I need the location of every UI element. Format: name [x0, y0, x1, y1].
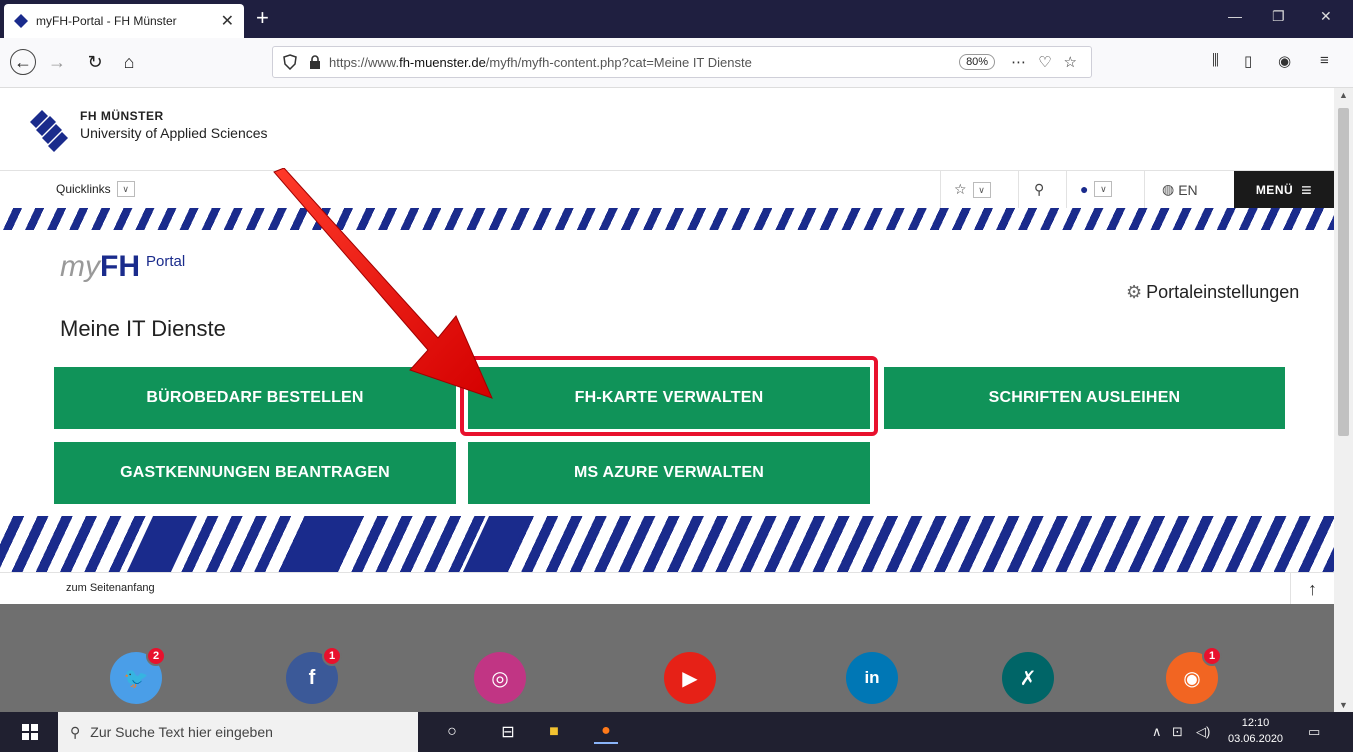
tile-schriften-ausleihen[interactable]: SCHRIFTEN AUSLEIHEN: [884, 367, 1285, 429]
window-close-icon[interactable]: ✕: [1320, 8, 1332, 25]
zoom-level[interactable]: 80%: [959, 54, 996, 70]
user-dropdown[interactable]: ● ∨: [1080, 181, 1113, 197]
search-icon: ⚲: [70, 723, 81, 740]
divider: [1066, 171, 1067, 209]
cortana-icon[interactable]: ○: [440, 720, 464, 744]
site-subnav: Quicklinks ∨ ☆ ∨ ⚲ ● ∨ ◍ EN MENÜ ≡: [0, 170, 1334, 209]
network-icon[interactable]: ⊡: [1172, 724, 1183, 740]
scroll-up-icon[interactable]: ▲: [1339, 90, 1348, 100]
new-tab-button[interactable]: +: [256, 6, 269, 30]
back-icon[interactable]: ←: [10, 49, 36, 75]
rss-icon[interactable]: ◉ 1: [1166, 646, 1222, 704]
myfh-portal-logo: my FH Portal: [60, 250, 186, 283]
footer-top-bar: zum Seitenanfang ↑: [0, 572, 1334, 605]
user-icon: ●: [1080, 181, 1089, 197]
page-title: Meine IT Dienste: [60, 316, 226, 341]
url-text[interactable]: https://www.fh-muenster.de/myfh/myfh-con…: [329, 55, 959, 70]
arrow-up-icon[interactable]: ↑: [1290, 573, 1334, 605]
scrollbar-thumb[interactable]: [1338, 108, 1349, 436]
minimize-icon[interactable]: —: [1228, 8, 1242, 24]
decorative-stripe: [0, 208, 1334, 230]
hamburger-icon: ≡: [1301, 179, 1313, 200]
language-switch[interactable]: ◍ EN: [1162, 181, 1198, 198]
instagram-icon[interactable]: ◎: [474, 652, 526, 704]
notification-badge: 2: [146, 646, 166, 666]
windows-taskbar: ⚲ Zur Suche Text hier eingeben ○ ⊟ ■ ● ∧…: [0, 712, 1353, 752]
page-actions-icon[interactable]: ⋯: [1011, 53, 1026, 71]
tile-gastkennungen-beantragen[interactable]: GASTKENNUNGEN BEANTRAGEN: [54, 442, 456, 504]
lock-icon[interactable]: [309, 55, 321, 69]
youtube-icon[interactable]: ▶: [664, 652, 716, 704]
pocket-icon[interactable]: ♡: [1038, 53, 1051, 71]
firefox-icon[interactable]: ●: [594, 720, 618, 744]
library-icon[interactable]: ⫼: [1212, 52, 1219, 69]
restore-icon[interactable]: ❐: [1272, 8, 1285, 25]
task-view-icon[interactable]: ⊟: [496, 720, 520, 744]
notification-badge: 1: [322, 646, 342, 666]
account-icon[interactable]: ◉: [1278, 52, 1291, 70]
browser-tab-bar: myFH-Portal - FH Münster ✕ + — ❐ ✕: [0, 0, 1353, 38]
divider: [940, 171, 941, 209]
bookmark-star-icon[interactable]: ☆: [1064, 53, 1077, 71]
highlight-box: [460, 356, 878, 436]
tile-ms-azure-verwalten[interactable]: MS AZURE VERWALTEN: [468, 442, 870, 504]
url-bar[interactable]: https://www.fh-muenster.de/myfh/myfh-con…: [272, 46, 1092, 78]
favorites-dropdown[interactable]: ☆ ∨: [954, 181, 991, 198]
tab-title: myFH-Portal - FH Münster: [36, 14, 177, 28]
notification-badge: 1: [1202, 646, 1222, 666]
sidebar-icon[interactable]: ▯: [1244, 52, 1252, 70]
fh-logo-icon[interactable]: [26, 108, 70, 152]
chevron-down-icon: ∨: [1094, 181, 1113, 197]
twitter-icon[interactable]: 🐦 2: [110, 646, 166, 704]
divider: [1018, 171, 1019, 209]
browser-tab[interactable]: myFH-Portal - FH Münster ✕: [4, 4, 244, 38]
scroll-down-icon[interactable]: ▼: [1339, 700, 1348, 710]
divider: [1144, 171, 1145, 209]
browser-nav-bar: ← → ↻ ⌂ https://www.fh-muenster.de/myfh/…: [0, 38, 1353, 88]
decorative-stripe: [0, 516, 1334, 572]
chevron-down-icon: ∨: [116, 181, 135, 197]
university-name[interactable]: FH MÜNSTER University of Applied Science…: [80, 108, 268, 142]
web-page: FH MÜNSTER University of Applied Science…: [0, 88, 1334, 712]
home-icon[interactable]: ⌂: [116, 49, 142, 75]
volume-icon[interactable]: ◁): [1196, 724, 1210, 740]
linkedin-icon[interactable]: in: [846, 652, 898, 704]
menu-button[interactable]: MENÜ ≡: [1234, 171, 1334, 209]
tab-close-icon[interactable]: ✕: [221, 11, 234, 31]
star-icon: ☆: [954, 181, 967, 197]
page-scrollbar[interactable]: ▲ ▼: [1334, 88, 1353, 712]
windows-start-icon[interactable]: [22, 724, 38, 740]
quicklinks-dropdown[interactable]: Quicklinks ∨: [56, 181, 135, 197]
shield-icon[interactable]: [283, 54, 297, 70]
reload-icon[interactable]: ↻: [82, 49, 108, 75]
taskbar-search-input[interactable]: ⚲ Zur Suche Text hier eingeben: [58, 712, 418, 752]
browser-menu-icon[interactable]: ≡: [1320, 52, 1329, 69]
red-arrow-annotation: [273, 168, 493, 399]
notifications-icon[interactable]: ▭: [1308, 724, 1320, 740]
facebook-icon[interactable]: f1: [286, 646, 342, 704]
xing-icon[interactable]: ✗: [1002, 652, 1054, 704]
file-explorer-icon[interactable]: ■: [542, 720, 566, 744]
portal-settings-link[interactable]: ⚙ Portaleinstellungen: [1126, 282, 1299, 303]
chevron-down-icon: ∨: [972, 181, 991, 198]
back-to-top-link[interactable]: zum Seitenanfang: [66, 582, 155, 594]
fh-favicon-icon: [14, 14, 28, 28]
tray-chevron-icon[interactable]: ∧: [1152, 724, 1162, 740]
taskbar-clock[interactable]: 12:10 03.06.2020: [1228, 715, 1283, 747]
forward-icon[interactable]: →: [44, 49, 70, 75]
gear-icon: ⚙: [1126, 282, 1143, 302]
search-icon[interactable]: ⚲: [1034, 181, 1044, 198]
footer: 🐦 2 f1 ◎ ▶ in ✗ ◉ 1: [0, 604, 1334, 712]
globe-icon: ◍: [1162, 181, 1175, 197]
